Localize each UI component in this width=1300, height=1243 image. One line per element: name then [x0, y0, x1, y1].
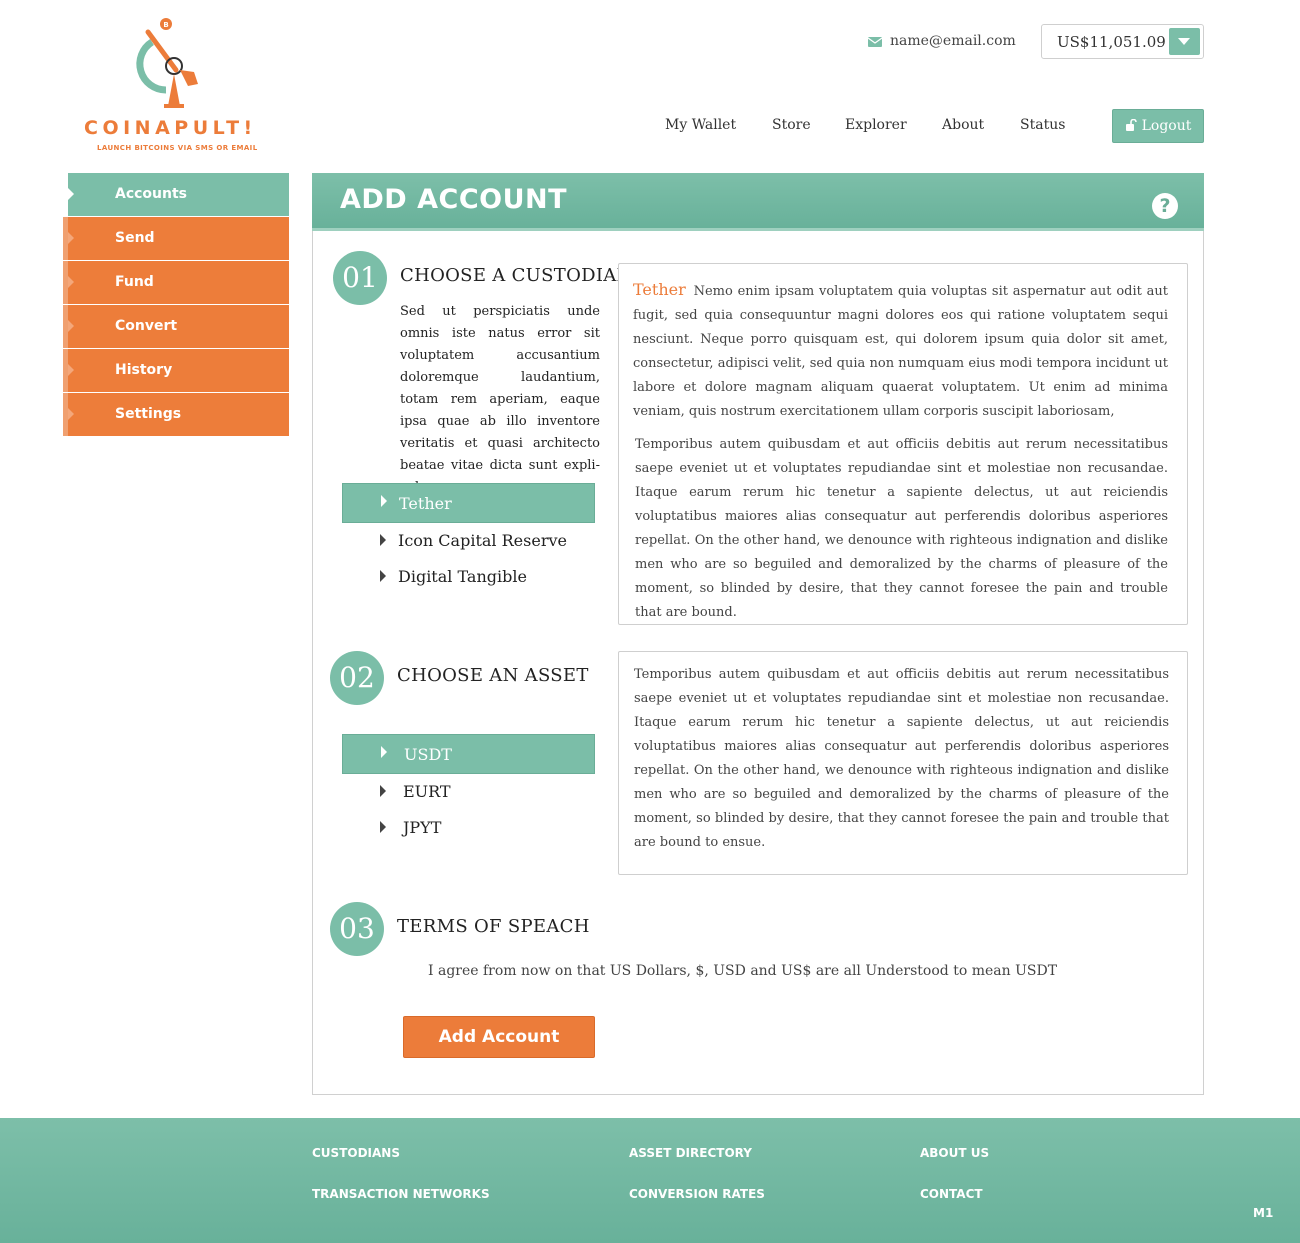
step-title-custodian: CHOOSE A CUSTODIAN: [400, 265, 633, 286]
nav-status[interactable]: Status: [1020, 117, 1065, 133]
custodian-intro: Sed ut perspiciatis unde omnis iste natu…: [400, 304, 600, 495]
custodian-option-digital-tangible[interactable]: Digital Tangible: [342, 556, 595, 596]
sidebar-item-accounts[interactable]: Accounts: [63, 173, 289, 216]
add-account-button[interactable]: Add Account: [403, 1016, 595, 1058]
logout-button[interactable]: Logout: [1112, 109, 1204, 143]
footer-link-custodians[interactable]: CUSTODIANS: [312, 1146, 400, 1160]
sidebar-item-convert[interactable]: Convert: [63, 305, 289, 348]
custodian-option-tether[interactable]: Tether: [342, 483, 595, 523]
asset-option-usdt[interactable]: USDT: [342, 734, 595, 774]
option-label: JPYT: [403, 817, 442, 837]
panel-header: ADD ACCOUNT ?: [312, 173, 1204, 231]
asset-option-eurt[interactable]: EURT: [342, 771, 595, 811]
custodian-brand-name: Tether: [633, 280, 686, 299]
caret-right-icon: [380, 570, 386, 582]
caret-right-icon: [380, 534, 386, 546]
footer: CUSTODIANS TRANSACTION NETWORKS ASSET DI…: [0, 1118, 1300, 1243]
option-label: Tether: [399, 493, 452, 513]
caret-right-icon: [381, 495, 387, 507]
question-circle-icon[interactable]: ?: [1152, 193, 1178, 219]
footer-link-conversion-rates[interactable]: CONVERSION RATES: [629, 1187, 765, 1201]
balance-dropdown[interactable]: US$11,051.09: [1041, 24, 1204, 59]
step-number-3: 03: [330, 902, 384, 956]
caret-down-icon[interactable]: [1169, 28, 1200, 55]
option-label: Digital Tangible: [398, 566, 527, 586]
caret-right-icon: [381, 746, 387, 758]
footer-link-about-us[interactable]: ABOUT US: [920, 1146, 989, 1160]
envelope-icon: [868, 37, 882, 47]
balance-amount: US$11,051.09: [1057, 32, 1166, 51]
sidebar-item-settings[interactable]: Settings: [63, 393, 289, 436]
coinapult-logo[interactable]: B COINAPULT! LAUNCH BITCOINS VIA SMS OR …: [80, 14, 266, 156]
email-text: name@email.com: [890, 33, 1016, 49]
version-label: M1: [1253, 1206, 1274, 1220]
logout-label: Logout: [1141, 118, 1192, 134]
add-account-panel: ADD ACCOUNT ? 01 CHOOSE A CUSTODIAN Sed …: [312, 173, 1204, 1095]
option-label: Icon Capital Reserve: [398, 530, 567, 550]
option-label: USDT: [404, 744, 452, 764]
step-title-terms: TERMS OF SPEACH: [397, 916, 590, 937]
caret-right-icon: [380, 785, 386, 797]
footer-link-transaction-networks[interactable]: TRANSACTION NETWORKS: [312, 1187, 490, 1201]
unlock-icon: [1125, 119, 1137, 131]
custodian-option-icon-capital[interactable]: Icon Capital Reserve: [342, 520, 595, 560]
nav-store[interactable]: Store: [772, 117, 811, 133]
brand-name: COINAPULT!: [84, 117, 257, 139]
page-title: ADD ACCOUNT: [340, 184, 568, 215]
nav-my-wallet[interactable]: My Wallet: [665, 117, 736, 133]
catapult-icon: B: [136, 18, 198, 108]
step-number-1: 01: [333, 251, 387, 305]
svg-text:B: B: [163, 21, 168, 29]
user-email: name@email.com: [868, 33, 1016, 49]
sidebar-item-history[interactable]: History: [63, 349, 289, 392]
brand-tagline: LAUNCH BITCOINS VIA SMS OR EMAIL: [97, 144, 258, 152]
terms-statement: I agree from now on that US Dollars, $, …: [428, 963, 1058, 979]
footer-link-asset-directory[interactable]: ASSET DIRECTORY: [629, 1146, 752, 1160]
custodian-description-para1: Tether Nemo enim ipsam voluptatem quia v…: [633, 278, 1168, 424]
asset-option-jpyt[interactable]: JPYT: [342, 807, 595, 847]
caret-right-icon: [380, 821, 386, 833]
description-text: Nemo enim ipsam voluptatem quia voluptas…: [633, 284, 1168, 419]
sidebar: Accounts Send Fund Convert History Setti…: [63, 173, 289, 437]
nav-explorer[interactable]: Explorer: [845, 117, 907, 133]
asset-description-para: Temporibus autem quibusdam et aut offici…: [634, 667, 1169, 850]
custodian-description-para2: Temporibus autem quibusdam et aut offici…: [635, 437, 1168, 620]
custodian-description: Tether Nemo enim ipsam voluptatem quia v…: [618, 263, 1188, 625]
nav-about[interactable]: About: [942, 117, 984, 133]
step-title-asset: CHOOSE AN ASSET: [397, 665, 589, 686]
option-label: EURT: [403, 781, 451, 801]
sidebar-item-fund[interactable]: Fund: [63, 261, 289, 304]
asset-description: Temporibus autem quibusdam et aut offici…: [618, 651, 1188, 875]
sidebar-item-send[interactable]: Send: [63, 217, 289, 260]
footer-link-contact[interactable]: CONTACT: [920, 1187, 983, 1201]
step-number-2: 02: [330, 651, 384, 705]
